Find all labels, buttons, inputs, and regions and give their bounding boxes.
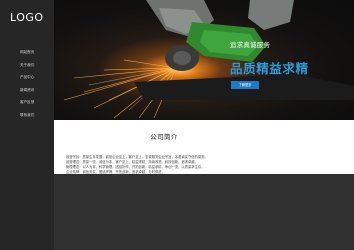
- logo[interactable]: LOGO: [10, 11, 44, 24]
- nav-item-feedback[interactable]: 客户反馈: [0, 96, 54, 109]
- learn-more-button[interactable]: 了解更多: [231, 81, 259, 89]
- hero-subtitle: 追求真诚服务: [230, 41, 271, 49]
- nav-item-contact[interactable]: 联系我们: [0, 109, 54, 122]
- section-title: 公司简介: [150, 133, 178, 141]
- main-nav: 网站首页 关于我们 产品中心 新闻资讯 客户反馈 联系我们: [0, 46, 54, 121]
- angle-grinder-photo: [63, 0, 354, 119]
- nav-item-home[interactable]: 网站首页: [0, 46, 54, 59]
- about-section: 公司简介 经营宗旨：质量生存发展，诚信企业至上，客户至上，至诚服务企业宗旨，本着…: [54, 120, 354, 184]
- nav-item-news[interactable]: 新闻资讯: [0, 84, 54, 97]
- nav-item-about[interactable]: 关于我们: [0, 59, 54, 72]
- hero-banner: 追求真诚服务 品质精益求精 了解更多: [54, 0, 354, 120]
- footer: [54, 174, 354, 250]
- nav-item-products[interactable]: 产品中心: [0, 71, 54, 84]
- hero-title: 品质精益求精: [230, 61, 309, 76]
- sidebar: LOGO 网站首页 关于我们 产品中心 新闻资讯 客户反馈 联系我们: [0, 0, 54, 250]
